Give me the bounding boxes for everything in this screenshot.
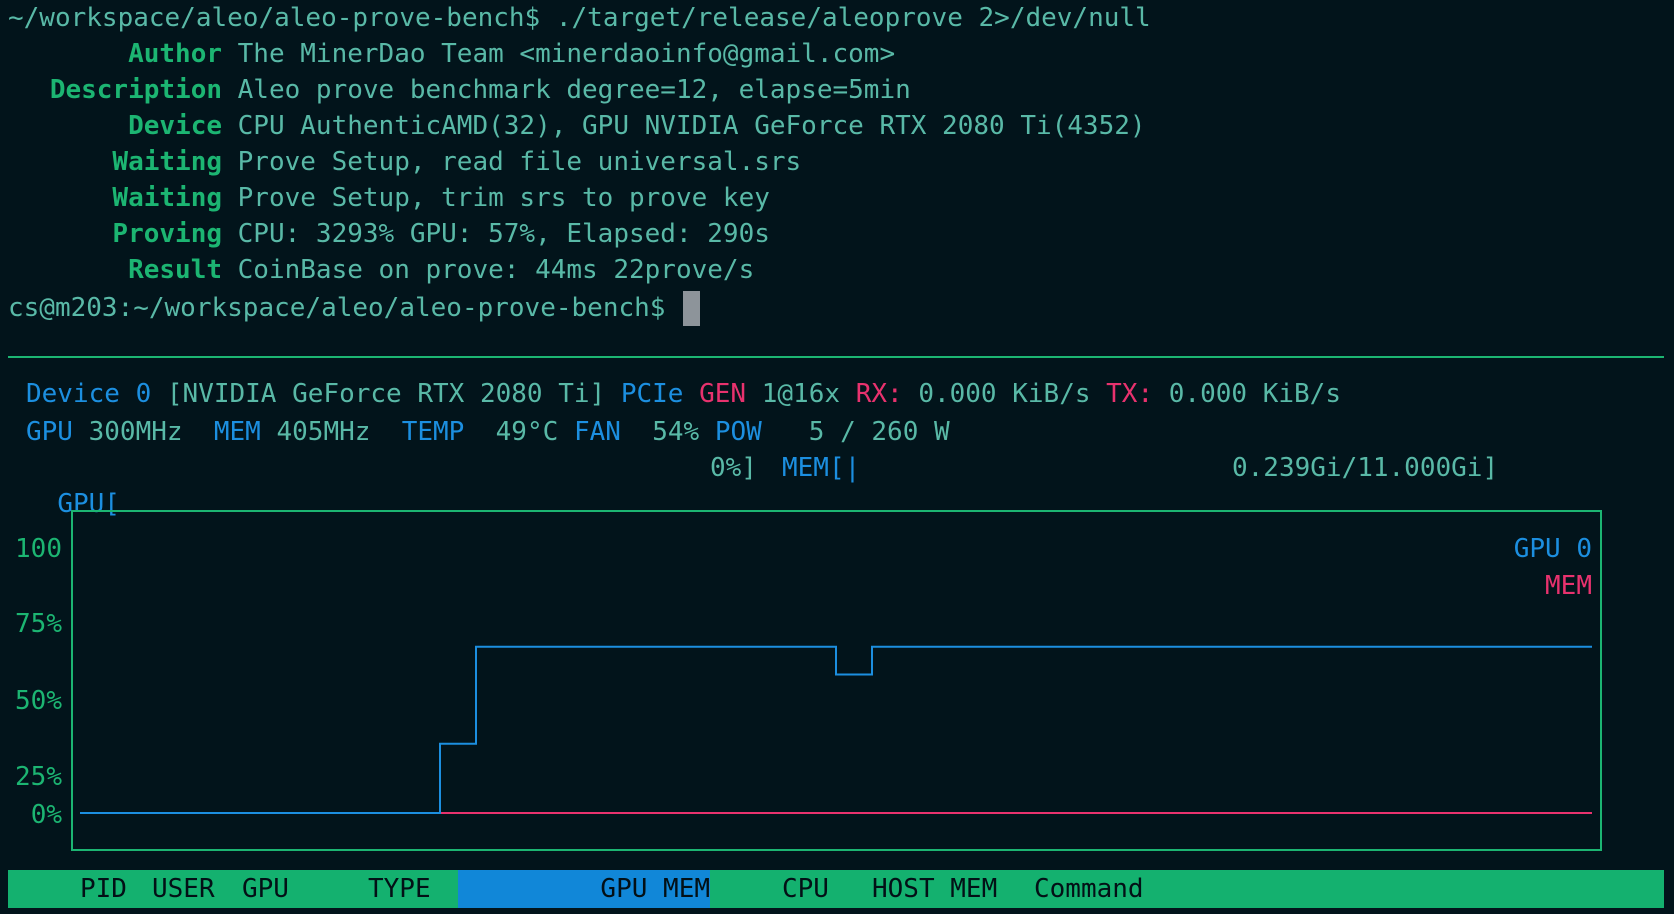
col-pid[interactable]: PID	[80, 870, 127, 908]
col-cpu[interactable]: CPU	[782, 870, 829, 908]
usage-chart	[80, 645, 1592, 814]
col-host-mem[interactable]: HOST MEM	[872, 870, 997, 908]
col-gpu[interactable]: GPU	[242, 870, 289, 908]
col-type[interactable]: TYPE	[368, 870, 431, 908]
series-line-gpu-0	[80, 645, 1592, 814]
col-gpu-mem[interactable]: GPU MEM	[458, 870, 710, 908]
col-command[interactable]: Command	[1034, 870, 1144, 908]
col-user[interactable]: USER	[152, 870, 215, 908]
process-table-header: PID USER GPU TYPE GPU MEM CPU HOST MEM C…	[8, 870, 1664, 908]
